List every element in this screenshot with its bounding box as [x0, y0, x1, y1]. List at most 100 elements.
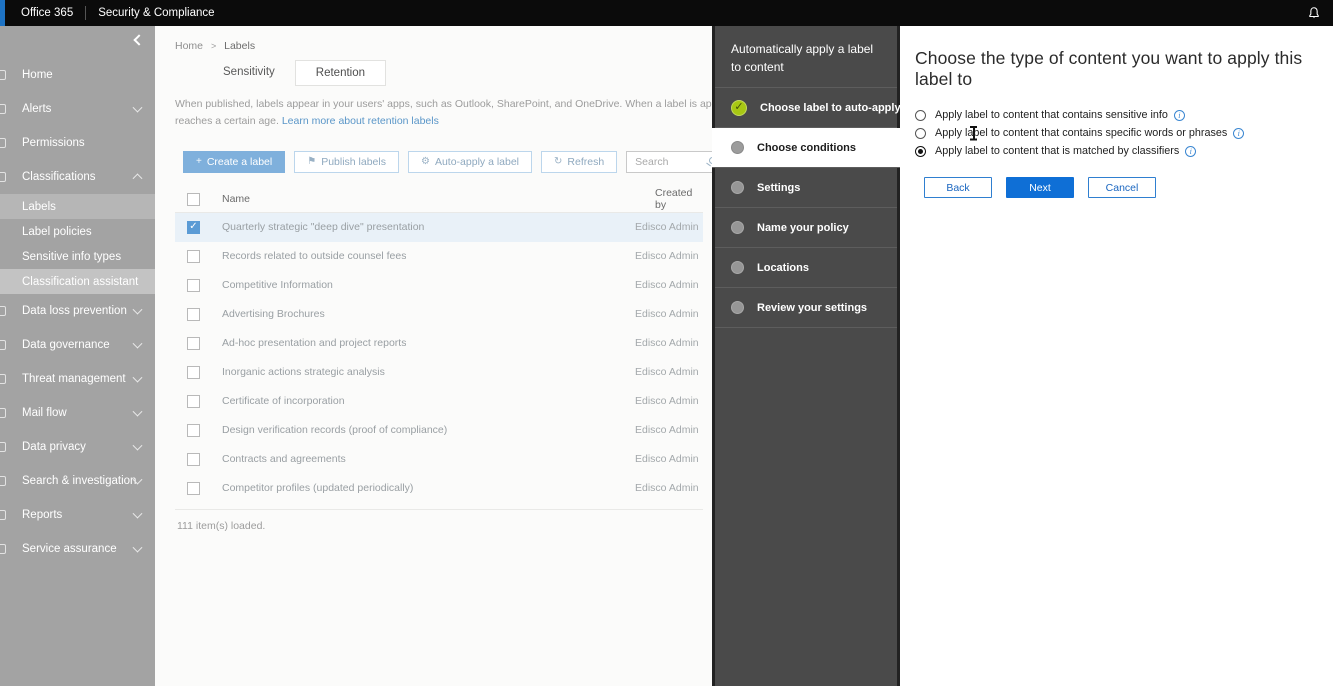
chevron-down-icon — [133, 373, 143, 383]
wizard-step-choose-conditions[interactable]: Choose conditions — [712, 128, 900, 168]
table-row[interactable]: Design verification records (proof of co… — [175, 416, 703, 445]
row-checkbox[interactable] — [187, 279, 200, 292]
table-row[interactable]: Certificate of incorporation Edisco Admi… — [175, 387, 703, 416]
chevron-down-icon — [133, 407, 143, 417]
search-investigation-icon — [0, 476, 6, 486]
sidebar-item-data-privacy[interactable]: Data privacy — [0, 430, 155, 464]
option-classifiers[interactable]: Apply label to content that is matched b… — [915, 142, 1333, 160]
refresh-icon: ↻ — [554, 156, 562, 167]
alerts-icon — [0, 104, 6, 114]
top-bar: Office 365 Security & Compliance — [0, 0, 1333, 26]
items-loaded-status: 111 item(s) loaded. — [175, 509, 703, 532]
info-icon[interactable]: i — [1185, 146, 1196, 157]
row-checkbox[interactable] — [187, 308, 200, 321]
step-dot-icon — [731, 261, 744, 274]
labels-table: Name Created by ✓ Quarterly strategic "d… — [175, 187, 703, 532]
sidebar-item-classification-assistant[interactable]: Classification assistant — [0, 269, 155, 294]
sidebar-item-mail-flow[interactable]: Mail flow — [0, 396, 155, 430]
back-button[interactable]: Back — [924, 177, 992, 198]
panel-heading: Choose the type of content you want to a… — [915, 48, 1333, 90]
row-checkbox[interactable] — [187, 453, 200, 466]
row-checkbox[interactable] — [187, 337, 200, 350]
tab-retention[interactable]: Retention — [295, 60, 386, 86]
sidebar-item-home[interactable]: Home — [0, 58, 155, 92]
sidebar-collapse — [0, 26, 155, 58]
panel-buttons: Back Next Cancel — [924, 177, 1333, 198]
description-line2: reaches a certain age. — [175, 115, 282, 127]
info-icon[interactable]: i — [1233, 128, 1244, 139]
table-row[interactable]: Contracts and agreements Edisco Admin — [175, 445, 703, 474]
wizard-step-choose-label[interactable]: ✓ Choose label to auto-apply — [715, 88, 897, 128]
option-sensitive-info[interactable]: Apply label to content that contains sen… — [915, 106, 1333, 124]
wizard-step-locations[interactable]: Locations — [715, 248, 897, 288]
sidebar-item-data-governance[interactable]: Data governance — [0, 328, 155, 362]
column-header-created-by[interactable]: Created by — [655, 187, 703, 211]
option-words-phrases[interactable]: Apply label to content that contains spe… — [915, 124, 1333, 142]
learn-more-link[interactable]: Learn more about retention labels — [282, 115, 439, 127]
step-dot-icon — [731, 181, 744, 194]
radio-icon[interactable] — [915, 110, 926, 121]
sidebar-item-data-loss-prevention[interactable]: Data loss prevention — [0, 294, 155, 328]
chevron-down-icon — [133, 103, 143, 113]
table-row[interactable]: Ad-hoc presentation and project reports … — [175, 329, 703, 358]
pivot-tabs: Sensitivity Retention — [203, 60, 712, 86]
wizard-step-name-policy[interactable]: Name your policy — [715, 208, 897, 248]
step-dot-icon — [731, 141, 744, 154]
sidebar-item-label-policies[interactable]: Label policies — [0, 219, 155, 244]
table-row[interactable]: ✓ Quarterly strategic "deep dive" presen… — [175, 213, 703, 242]
sidebar-item-threat-management[interactable]: Threat management — [0, 362, 155, 396]
sidebar-item-permissions[interactable]: Permissions — [0, 126, 155, 160]
table-row[interactable]: Records related to outside counsel fees … — [175, 242, 703, 271]
auto-apply-label-button[interactable]: ⚙ Auto-apply a label — [408, 151, 532, 173]
plus-icon: + — [196, 156, 202, 167]
collapse-chevron-icon[interactable] — [133, 34, 144, 45]
sidebar-item-search-investigation[interactable]: Search & investigation — [0, 464, 155, 498]
radio-selected-icon[interactable] — [915, 146, 926, 157]
app-window: Office 365 Security & Compliance Home Al… — [0, 0, 1333, 686]
tab-sensitivity[interactable]: Sensitivity — [203, 60, 295, 86]
info-icon[interactable]: i — [1174, 110, 1185, 121]
sidebar-item-labels[interactable]: Labels — [0, 194, 155, 219]
notifications-bell-icon[interactable] — [1307, 6, 1321, 20]
sidebar-item-classifications[interactable]: Classifications — [0, 160, 155, 194]
table-header: Name Created by — [175, 187, 703, 213]
table-row[interactable]: Competitor profiles (updated periodicall… — [175, 474, 703, 503]
publish-labels-button[interactable]: ⚑ Publish labels — [294, 151, 399, 173]
row-checkbox[interactable] — [187, 366, 200, 379]
sidebar-item-reports[interactable]: Reports — [0, 498, 155, 532]
sidebar-item-service-assurance[interactable]: Service assurance — [0, 532, 155, 566]
cancel-button[interactable]: Cancel — [1088, 177, 1156, 198]
mail-flow-icon — [0, 408, 6, 418]
step-dot-icon — [731, 301, 744, 314]
sidebar-item-sensitive-info-types[interactable]: Sensitive info types — [0, 244, 155, 269]
column-header-name[interactable]: Name — [222, 193, 250, 205]
sidebar-nav: Home Alerts Permissions Classifications … — [0, 26, 155, 686]
wizard-panel: Automatically apply a label to content ✓… — [712, 26, 900, 686]
row-checkbox[interactable] — [187, 395, 200, 408]
wizard-step-settings[interactable]: Settings — [715, 168, 897, 208]
accent-strip — [0, 0, 5, 26]
create-label-button[interactable]: + Create a label — [183, 151, 285, 173]
table-row[interactable]: Advertising Brochures Edisco Admin — [175, 300, 703, 329]
row-checkbox[interactable]: ✓ — [187, 221, 200, 234]
refresh-button[interactable]: ↻ Refresh — [541, 151, 617, 173]
select-all-checkbox[interactable] — [187, 193, 200, 206]
radio-icon[interactable] — [915, 128, 926, 139]
search-input[interactable] — [627, 156, 712, 168]
search-box — [626, 151, 712, 173]
home-icon — [0, 70, 6, 80]
chevron-down-icon — [133, 441, 143, 451]
breadcrumb-home[interactable]: Home — [175, 40, 203, 52]
permissions-icon — [0, 138, 6, 148]
row-checkbox[interactable] — [187, 482, 200, 495]
table-row[interactable]: Inorganic actions strategic analysis Edi… — [175, 358, 703, 387]
row-checkbox[interactable] — [187, 424, 200, 437]
main-content: Home > Labels Sensitivity Retention When… — [155, 26, 712, 686]
wizard-step-review-settings[interactable]: Review your settings — [715, 288, 897, 328]
row-checkbox[interactable] — [187, 250, 200, 263]
product-name[interactable]: Office 365 — [21, 7, 73, 19]
next-button[interactable]: Next — [1006, 177, 1074, 198]
sidebar-item-alerts[interactable]: Alerts — [0, 92, 155, 126]
classifications-icon — [0, 172, 6, 182]
table-row[interactable]: Competitive Information Edisco Admin — [175, 271, 703, 300]
